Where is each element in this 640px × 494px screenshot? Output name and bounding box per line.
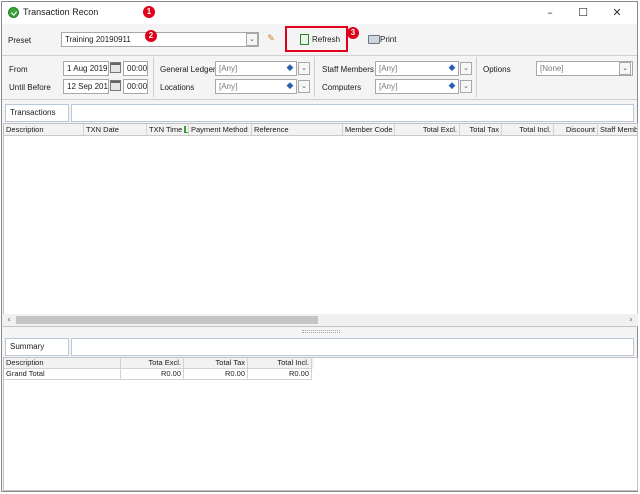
transactions-tab[interactable]: Transactions (5, 104, 69, 122)
options-label: Options (483, 65, 511, 74)
print-label: Print (380, 35, 397, 44)
print-button[interactable]: Print (366, 32, 400, 47)
grand-total-label: Grand Total (4, 369, 121, 380)
until-before-label: Until Before (9, 83, 51, 92)
general-ledgers-value: [Any] (219, 64, 238, 73)
until-time-value: 00:00 (127, 82, 148, 91)
summary-col-description[interactable]: Description (4, 358, 121, 369)
grand-total-excl: R0.00 (121, 369, 184, 380)
transactions-grid[interactable]: Description TXN Date TXN Time Payment Me… (3, 123, 638, 327)
col-reference[interactable]: Reference (252, 124, 343, 135)
staff-members-value: [Any] (379, 64, 398, 73)
col-discount[interactable]: Discount (554, 124, 598, 135)
computers-dropdown-button[interactable]: ⌄ (460, 80, 472, 93)
col-txn-time-label: TXN Time (149, 125, 183, 134)
computers-value: [Any] (379, 82, 398, 91)
transactions-search-bar[interactable] (71, 104, 634, 122)
summary-col-total-tax[interactable]: Total Tax (184, 358, 248, 369)
close-button[interactable]: ✕ (602, 4, 632, 22)
scroll-left-icon[interactable]: ‹ (3, 314, 15, 326)
preset-label: Preset (8, 36, 32, 45)
summary-grid[interactable]: Description Tota Excl. Total Tax Total I… (3, 357, 638, 491)
col-payment-method[interactable]: Payment Method (189, 124, 252, 135)
transaction-recon-window: Transaction Recon 1 – ☐ ✕ Preset Trainin… (1, 1, 638, 492)
locations-dropdown-button[interactable]: ⌄ (298, 80, 310, 93)
locations-label: Locations (160, 83, 195, 92)
clear-computers-icon[interactable]: ◆ (446, 80, 458, 92)
until-calendar-icon[interactable] (110, 80, 121, 91)
col-description[interactable]: Description (4, 124, 84, 135)
locations-value: [Any] (219, 82, 238, 91)
until-date-field[interactable]: 12 Sep 2019 (63, 79, 109, 94)
from-date-field[interactable]: 1 Aug 2019 (63, 61, 109, 76)
summary-col-total-incl[interactable]: Total Incl. (248, 358, 312, 369)
scrollbar-thumb[interactable] (16, 316, 318, 324)
refresh-label: Refresh (312, 35, 341, 44)
summary-row-grand-total[interactable]: Grand Total R0.00 R0.00 R0.00 (4, 369, 314, 380)
clear-general-ledgers-icon[interactable]: ◆ (284, 62, 296, 74)
maximize-button[interactable]: ☐ (568, 4, 598, 22)
edit-preset-icon[interactable]: ✎ (265, 33, 277, 45)
window-title: Transaction Recon (23, 7, 99, 17)
summary-grid-header: Description Tota Excl. Total Tax Total I… (4, 358, 314, 369)
col-total-incl[interactable]: Total Incl. (502, 124, 554, 135)
options-value: [None] (540, 64, 564, 73)
staff-members-label: Staff Members (322, 65, 374, 74)
from-time-value: 00:00 (127, 64, 148, 73)
options-dropdown-button[interactable]: ⌄ (619, 62, 631, 75)
grand-total-tax: R0.00 (184, 369, 248, 380)
col-member-code[interactable]: Member Code (343, 124, 395, 135)
from-time-field[interactable]: 00:00 (123, 61, 148, 76)
until-time-field[interactable]: 00:00 (123, 79, 148, 94)
until-date-value: 12 Sep 2019 (67, 82, 109, 91)
printer-icon (368, 35, 380, 44)
transactions-horizontal-scrollbar[interactable]: ‹ › (3, 314, 638, 326)
app-logo-icon (8, 7, 19, 18)
grand-total-incl: R0.00 (248, 369, 312, 380)
clear-locations-icon[interactable]: ◆ (284, 80, 296, 92)
col-txn-time[interactable]: TXN Time (147, 124, 189, 135)
col-txn-date[interactable]: TXN Date (84, 124, 147, 135)
annotation-badge-3: 3 (347, 27, 359, 39)
preset-dropdown-button[interactable]: ⌄ (246, 33, 258, 46)
scroll-right-icon[interactable]: › (625, 314, 637, 326)
filters-divider (2, 99, 637, 100)
title-bar: Transaction Recon 1 – ☐ ✕ (2, 2, 637, 24)
general-ledgers-dropdown-button[interactable]: ⌄ (298, 62, 310, 75)
col-total-excl[interactable]: Total Excl. (395, 124, 460, 135)
minimize-button[interactable]: – (535, 4, 565, 22)
summary-tab[interactable]: Summary (5, 338, 69, 356)
from-label: From (9, 65, 28, 74)
col-staff-member[interactable]: Staff Membe (598, 124, 637, 135)
toolbar-divider (2, 55, 637, 56)
transactions-grid-header: Description TXN Date TXN Time Payment Me… (4, 124, 637, 136)
preset-value: Training 20190911 (65, 35, 131, 44)
refresh-button[interactable]: Refresh (285, 26, 348, 52)
annotation-badge-1: 1 (143, 6, 155, 18)
staff-members-dropdown-button[interactable]: ⌄ (460, 62, 472, 75)
from-calendar-icon[interactable] (110, 62, 121, 73)
annotation-badge-2: 2 (145, 30, 157, 42)
refresh-icon (300, 34, 309, 45)
from-date-value: 1 Aug 2019 (67, 64, 108, 73)
preset-select[interactable]: Training 20190911 (61, 32, 259, 47)
summary-search-bar[interactable] (71, 338, 634, 356)
col-total-tax[interactable]: Total Tax (460, 124, 502, 135)
general-ledgers-label: General Ledgers (160, 65, 220, 74)
panel-splitter-handle[interactable] (302, 330, 340, 333)
clear-staff-members-icon[interactable]: ◆ (446, 62, 458, 74)
summary-col-total-excl[interactable]: Tota Excl. (121, 358, 184, 369)
computers-label: Computers (322, 83, 362, 92)
